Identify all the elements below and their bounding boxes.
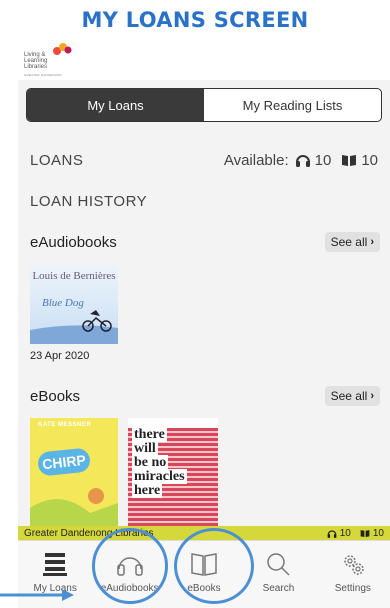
- loans-row: LOANS Available: 10 10: [18, 146, 390, 174]
- search-icon: [267, 553, 290, 576]
- headphones-icon: [327, 529, 337, 538]
- chevron-right-icon: ›: [370, 236, 374, 248]
- library-status-bar: Greater Dandenong Libraries 10 10: [18, 526, 390, 540]
- loan-history-label: LOAN HISTORY: [30, 192, 148, 210]
- logo-line3: Libraries: [24, 64, 48, 70]
- headphones-icon: [116, 557, 143, 576]
- cover-illustration-icon: [30, 310, 118, 344]
- screen-banner-title: MY LOANS SCREEN: [81, 8, 309, 32]
- cover-title-line: there: [132, 427, 167, 442]
- book-cover-blue-dog[interactable]: Louis de Bernières Blue Dog: [30, 264, 118, 344]
- book-icon: [191, 553, 217, 576]
- logo-subtitle: GREATER DANDENONG: [24, 73, 63, 77]
- cover-illustration-icon: [30, 488, 118, 528]
- library-logo: Living & Learning Libraries GREATER DAND…: [24, 42, 84, 78]
- loans-segmented-control: My Loans My Reading Lists: [26, 88, 382, 122]
- library-name: Greater Dandenong Libraries: [24, 527, 154, 539]
- status-ebook-count: 10: [372, 527, 384, 539]
- gear-icon: [344, 555, 364, 575]
- loans-label: LOANS: [30, 151, 84, 169]
- headphones-icon: [295, 155, 310, 167]
- tab-label: eBooks: [187, 583, 221, 594]
- loan-date: 23 Apr 2020: [30, 350, 90, 362]
- status-counts: 10 10: [327, 528, 384, 539]
- app-screen: My Loans My Reading Lists LOANS Availabl…: [18, 80, 390, 608]
- available-audio-count: 10: [314, 151, 332, 169]
- cover-title-line: here: [132, 483, 163, 498]
- eaudiobooks-see-all-button[interactable]: See all ›: [324, 232, 380, 252]
- book-icon: [342, 154, 357, 166]
- tab-label: Settings: [334, 583, 371, 594]
- eaudiobooks-section-header: eAudiobooks See all ›: [18, 230, 390, 254]
- tab-search[interactable]: Search: [241, 541, 315, 608]
- logo-mark-icon: [53, 43, 72, 55]
- segment-my-reading-lists[interactable]: My Reading Lists: [204, 89, 381, 121]
- arrow-pointer-icon: [0, 589, 74, 601]
- cover-title-line: be no: [132, 455, 169, 470]
- tab-label: Search: [262, 583, 295, 594]
- cover-title-line: will: [132, 441, 158, 456]
- available-label: Available:: [223, 151, 289, 169]
- cover-title: there will be no miracles here: [128, 427, 218, 498]
- eaudiobooks-section-title: eAudiobooks: [30, 233, 117, 251]
- cover-title-line: miracles: [132, 469, 187, 484]
- book-cover-chirp[interactable]: KATE MESSNER CHIRP: [30, 418, 118, 528]
- see-all-label: See all: [330, 389, 368, 403]
- status-audio-count: 10: [339, 527, 351, 539]
- see-all-label: See all: [330, 235, 368, 249]
- segment-my-loans[interactable]: My Loans: [27, 89, 204, 121]
- book-cover-no-miracles[interactable]: there will be no miracles here: [128, 418, 218, 528]
- tab-label: eAudiobooks: [100, 583, 159, 594]
- available-ebook-count: 10: [361, 151, 378, 169]
- ebooks-see-all-button[interactable]: See all ›: [324, 386, 380, 406]
- book-icon: [360, 529, 370, 537]
- tab-ebooks[interactable]: eBooks: [167, 541, 241, 608]
- stack-icon: [43, 553, 68, 576]
- tab-settings[interactable]: Settings: [316, 541, 390, 608]
- tab-eaudiobooks[interactable]: eAudiobooks: [92, 541, 166, 608]
- loan-history-row[interactable]: LOAN HISTORY: [18, 188, 390, 214]
- ebooks-section-header: eBooks See all ›: [18, 384, 390, 408]
- chevron-right-icon: ›: [370, 390, 374, 402]
- ebooks-section-title: eBooks: [30, 387, 81, 405]
- availability-summary: Available: 10 10: [224, 152, 378, 169]
